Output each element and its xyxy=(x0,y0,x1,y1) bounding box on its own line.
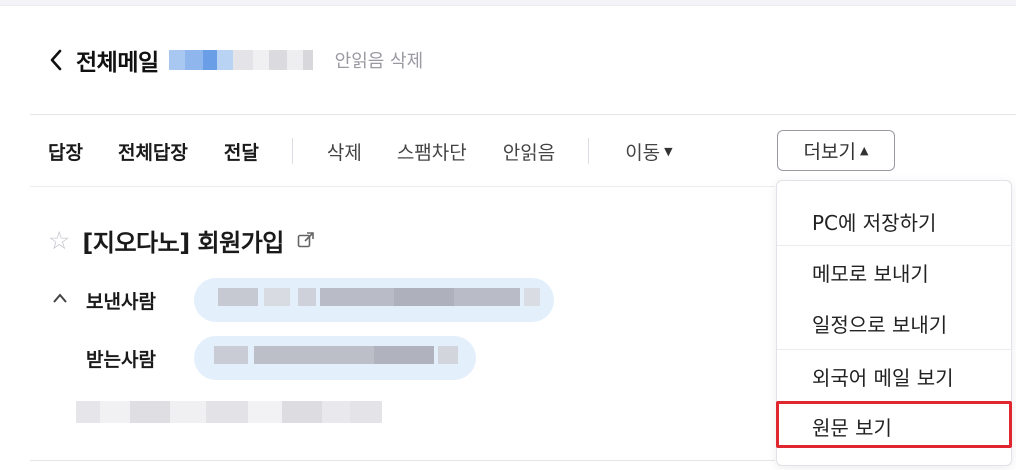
sender-label: 보낸사람 xyxy=(86,290,156,313)
menu-item-save-to-pc[interactable]: PC에 저장하기 xyxy=(777,197,1011,245)
more-button[interactable]: 더보기 ▲ xyxy=(777,130,895,171)
menu-item-send-to-memo[interactable]: 메모로 보내기 xyxy=(777,248,1011,296)
redacted-date xyxy=(76,401,382,423)
mail-header: 전체메일 안읽음 삭제 xyxy=(48,40,423,80)
chevron-left-icon xyxy=(50,49,62,71)
reply-button[interactable]: 답장 xyxy=(48,138,83,165)
recipient-row: 받는사람 xyxy=(52,336,476,380)
redacted-account xyxy=(168,49,313,71)
sender-chip[interactable] xyxy=(194,278,554,322)
menu-item-view-original[interactable]: 원문 보기 xyxy=(777,402,1011,450)
page-title: 전체메일 xyxy=(76,50,159,76)
external-link-icon[interactable] xyxy=(296,230,316,250)
star-icon[interactable]: ☆ xyxy=(48,228,70,253)
more-label: 더보기 xyxy=(803,141,856,163)
recipient-chip[interactable] xyxy=(194,336,476,380)
spam-block-button[interactable]: 스팸차단 xyxy=(397,138,467,165)
toolbar-separator xyxy=(291,138,293,164)
caret-down-icon: ▼ xyxy=(664,144,673,158)
menu-separator xyxy=(777,245,1011,246)
unread-delete-button[interactable]: 안읽음 삭제 xyxy=(335,47,424,73)
mail-toolbar: 답장 전체답장 전달 삭제 스팸차단 안읽음 이동 ▼ xyxy=(48,131,673,171)
mail-subject: [지오다노] 회원가입 xyxy=(82,228,284,257)
top-edge xyxy=(0,0,1016,6)
forward-button[interactable]: 전달 xyxy=(224,138,259,165)
caret-up-icon: ▲ xyxy=(859,144,869,157)
recipient-label: 받는사람 xyxy=(86,348,156,371)
more-dropdown-menu: PC에 저장하기 메모로 보내기 일정으로 보내기 외국어 메일 보기 원문 보… xyxy=(776,180,1012,466)
menu-separator xyxy=(777,349,1011,350)
chevron-up-icon[interactable] xyxy=(52,292,86,308)
toolbar-separator xyxy=(588,138,590,164)
delete-button[interactable]: 삭제 xyxy=(327,138,362,165)
toolbar-divider xyxy=(30,186,775,187)
mark-unread-button[interactable]: 안읽음 xyxy=(503,138,555,165)
reply-all-button[interactable]: 전체답장 xyxy=(118,138,188,165)
subject-row: ☆ [지오다노] 회원가입 xyxy=(48,220,316,260)
back-button[interactable] xyxy=(48,45,70,75)
move-button[interactable]: 이동 ▼ xyxy=(625,138,672,165)
move-label: 이동 xyxy=(625,141,661,164)
menu-item-send-to-schedule[interactable]: 일정으로 보내기 xyxy=(777,299,1011,347)
header-divider xyxy=(30,114,1016,115)
menu-item-foreign-mail[interactable]: 외국어 메일 보기 xyxy=(777,352,1011,400)
content-divider xyxy=(30,460,775,461)
sender-row: 보낸사람 xyxy=(52,278,554,322)
